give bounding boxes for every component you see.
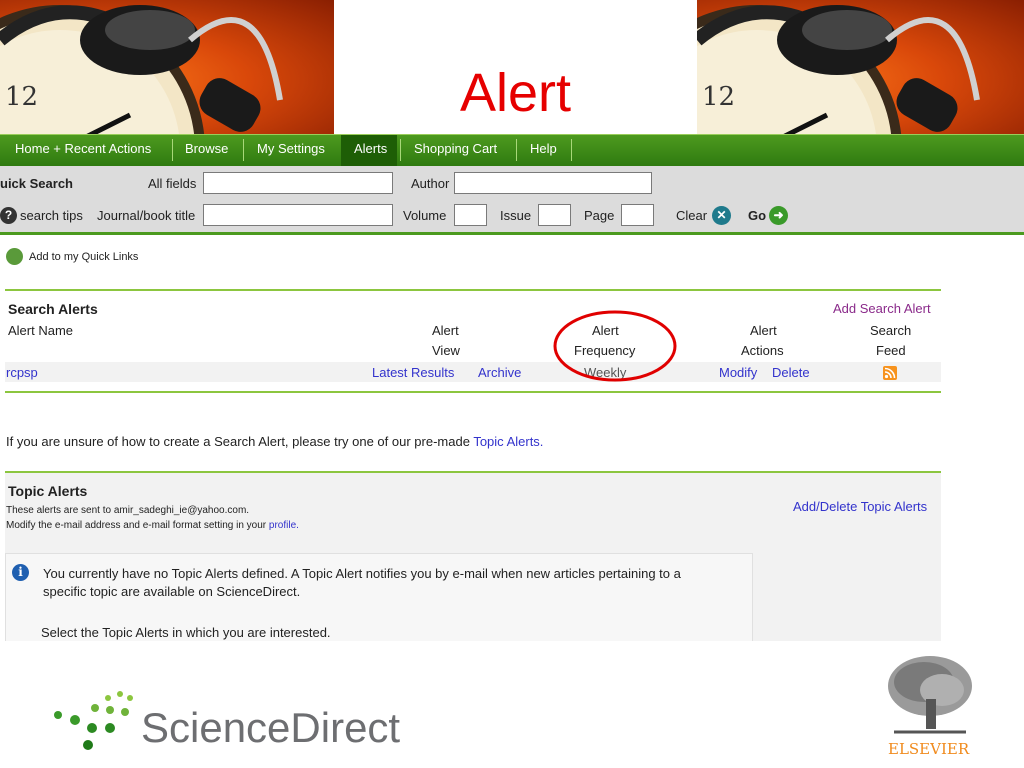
nav-separator [172, 139, 173, 161]
svg-text:12: 12 [5, 82, 38, 112]
page-title: Alert [459, 63, 572, 123]
main-nav: Home + Recent Actions Browse My Settings… [0, 134, 1024, 166]
info-text-line3: Select the Topic Alerts in which you are… [41, 625, 331, 640]
topic-alerts-title: Topic Alerts [8, 483, 88, 499]
page-label: Page [584, 208, 615, 223]
add-quick-links-link[interactable]: Add to my Quick Links [29, 251, 138, 263]
topic-alerts-link[interactable]: Topic Alerts. [473, 434, 543, 449]
nav-shopping-cart[interactable]: Shopping Cart [414, 141, 497, 156]
clock-banner-left: 12 [0, 0, 334, 134]
issue-label: Issue [500, 208, 532, 223]
elsevier-logo-text: ELSEVIER [888, 740, 970, 758]
alert-name-link[interactable]: rcpsp [6, 365, 38, 380]
nav-separator [243, 139, 244, 161]
journal-title-label: Journal/book title [97, 208, 196, 223]
clear-icon[interactable]: ✕ [712, 206, 731, 225]
header-title-box: Alert [334, 0, 697, 134]
quick-search-title: uick Search [0, 176, 73, 191]
frequency-highlight-ellipse [553, 310, 677, 382]
divider [5, 391, 941, 393]
svg-text:12: 12 [702, 82, 735, 112]
alarm-clock-image: 12 [697, 5, 980, 134]
profile-link[interactable]: profile. [269, 520, 299, 531]
latest-results-link[interactable]: Latest Results [372, 365, 454, 380]
author-input[interactable] [454, 172, 652, 194]
journal-title-input[interactable] [203, 204, 393, 226]
info-text-line1: You currently have no Topic Alerts defin… [43, 566, 681, 581]
nav-alerts[interactable]: Alerts [354, 141, 387, 156]
sciencedirect-logo-text: ScienceDirect [141, 704, 401, 751]
info-text-line2: specific topic are available on ScienceD… [43, 584, 301, 599]
rss-feed-icon[interactable] [883, 366, 897, 380]
col-search-feed-2: Feed [876, 343, 906, 358]
sciencedirect-logo-mark [50, 690, 145, 750]
help-icon[interactable]: ? [0, 207, 17, 224]
nav-help[interactable]: Help [530, 141, 557, 156]
search-alerts-title: Search Alerts [8, 301, 98, 317]
elsevier-tree-logo [884, 654, 976, 736]
col-alert-name: Alert Name [8, 323, 74, 338]
go-arrow-icon[interactable]: ➜ [769, 206, 788, 225]
alarm-clock-image: 12 [0, 5, 283, 134]
col-search-feed-1: Search [870, 323, 912, 338]
modify-link[interactable]: Modify [719, 365, 757, 380]
all-fields-label: All fields [148, 176, 197, 191]
clock-banner-right: 12 [697, 0, 1024, 134]
go-button-label[interactable]: Go [748, 208, 766, 223]
search-tips-link[interactable]: search tips [20, 208, 83, 223]
unsure-text: If you are unsure of how to create a Sea… [6, 434, 470, 449]
author-label: Author [411, 176, 450, 191]
col-alert-view-1: Alert [432, 323, 459, 338]
info-icon: i [12, 564, 29, 581]
add-delete-topic-alerts-link[interactable]: Add/Delete Topic Alerts [793, 499, 927, 514]
nav-separator [516, 139, 517, 161]
topic-alerts-profile-text: Modify the e-mail address and e-mail for… [6, 520, 267, 531]
nav-separator [571, 139, 572, 161]
col-alert-view-2: View [432, 343, 460, 358]
unsure-text-block: If you are unsure of how to create a Sea… [6, 434, 543, 449]
col-alert-actions-2: Actions [741, 343, 784, 358]
nav-browse[interactable]: Browse [185, 141, 228, 156]
clear-button-label[interactable]: Clear [676, 208, 707, 223]
issue-input[interactable] [538, 204, 571, 226]
volume-label: Volume [403, 208, 447, 223]
volume-input[interactable] [454, 204, 487, 226]
divider [5, 289, 941, 291]
add-search-alert-link[interactable]: Add Search Alert [833, 301, 931, 316]
page-input[interactable] [621, 204, 654, 226]
archive-link[interactable]: Archive [478, 365, 521, 380]
topic-alerts-email-text: These alerts are sent to amir_sadeghi_ie… [6, 505, 250, 516]
delete-link[interactable]: Delete [772, 365, 810, 380]
all-fields-input[interactable] [203, 172, 393, 194]
quick-links-icon[interactable] [6, 248, 23, 265]
nav-home[interactable]: Home + Recent Actions [15, 141, 151, 156]
topic-alerts-profile-text-block: Modify the e-mail address and e-mail for… [6, 520, 299, 531]
nav-separator [400, 139, 401, 161]
quick-search-panel: uick Search All fields Author ? search t… [0, 166, 1024, 235]
col-alert-actions-1: Alert [750, 323, 777, 338]
nav-my-settings[interactable]: My Settings [257, 141, 325, 156]
